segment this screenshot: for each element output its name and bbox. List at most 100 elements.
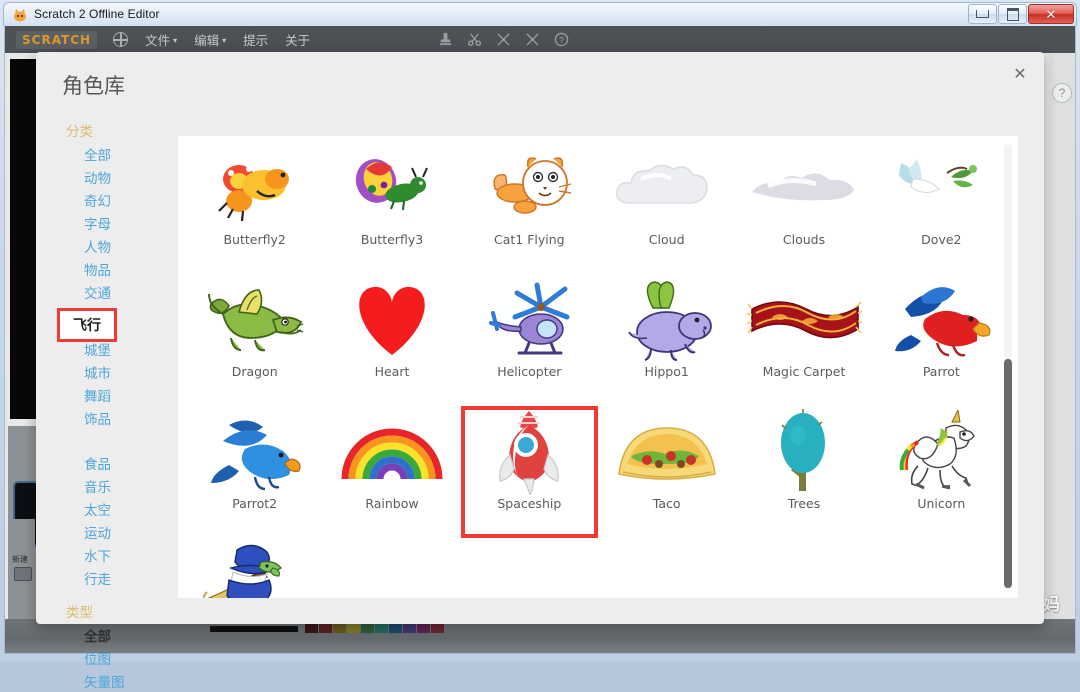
palette-swatch[interactable] [333,624,346,633]
sidebar-item-dressup[interactable]: 饰品 [62,406,158,429]
help-icon[interactable]: ? [554,32,569,47]
palette-swatch[interactable] [375,624,388,633]
new-sprite-label: 新建 [12,555,28,564]
shrink-icon[interactable] [525,32,540,47]
sidebar-item-dance[interactable]: 舞蹈 [62,383,158,406]
new-sprite-icon[interactable] [14,567,32,581]
hippo1-icon [598,274,735,366]
sidebar-item-all[interactable]: 全部 [62,142,158,165]
menu-item-file[interactable]: 文件 ▾ [145,30,177,49]
sprite-label: Trees [787,496,821,511]
close-icon: ✕ [1045,6,1057,22]
sidebar-item-fantasy[interactable]: 奇幻 [62,188,158,211]
sidebar-item-city[interactable]: 城市 [62,360,158,383]
menu-item-about[interactable]: 关于 [285,30,310,49]
sprite-cell-hippo1[interactable]: Hippo1 [598,274,735,406]
sidebar-item-animals[interactable]: 动物 [62,165,158,188]
palette-swatch[interactable] [347,624,360,633]
sprite-cell-witch[interactable]: Witch [186,538,323,598]
sprite-cell-taco[interactable]: Taco [598,406,735,538]
palette-swatch[interactable] [389,624,402,633]
sprite-label: Spaceship [497,496,562,511]
cut-icon[interactable] [467,32,482,47]
sprite-label: Dove2 [921,232,962,247]
sprite-cell-trees[interactable]: Trees [735,406,872,538]
maximize-icon [1006,7,1019,21]
sprite-cell-dove2[interactable]: Dove2 [873,142,1010,274]
sprite-grid: Butterfly2 Butterfly3 Cat1 Flying Cloud … [178,136,1018,598]
minimize-button[interactable] [968,4,997,24]
bottom-toolbar [5,619,1075,653]
sprite-cell-clouds[interactable]: Clouds [735,142,872,274]
sprite-cell-cloud[interactable]: Cloud [598,142,735,274]
sidebar-item-transportation[interactable]: 交通 [62,280,158,303]
sidebar-item-sports[interactable]: 运动 [62,520,158,543]
sidebar-item-type-all[interactable]: 全部 [62,623,158,646]
sidebar-item-things[interactable]: 物品 [62,257,158,280]
close-button[interactable]: ✕ [1028,4,1074,24]
sprite-cell-cat1-flying[interactable]: Cat1 Flying [461,142,598,274]
sidebar-item-people[interactable]: 人物 [62,234,158,257]
sprite-label: Clouds [782,232,826,247]
sprite-cell-magic-carpet[interactable]: Magic Carpet [735,274,872,406]
modal-close-button[interactable]: ✕ [1009,63,1031,85]
palette-swatch[interactable] [305,624,318,633]
sprite-cell-unicorn[interactable]: Unicorn [873,406,1010,538]
sidebar-item-walking[interactable]: 行走 [62,566,158,589]
sidebar-item-letters[interactable]: 字母 [62,211,158,234]
palette-swatch[interactable] [403,624,416,633]
sidebar-item-music[interactable]: 音乐 [62,474,158,497]
sprite-thumbnail-body [13,519,35,547]
sprite-cell-dragon[interactable]: Dragon [186,274,323,406]
dragon-icon [186,274,323,366]
sprite-label: Cloud [648,232,685,247]
sprite-cell-spaceship[interactable]: Spaceship [460,406,598,538]
grid-scrollbar-track[interactable] [1004,144,1012,590]
palette-swatch[interactable] [417,624,430,633]
sprite-cell-helicopter[interactable]: Helicopter [461,274,598,406]
clouds-icon [735,142,872,234]
sidebar-item-food[interactable]: 食品 [62,451,158,474]
help-fab-button[interactable]: ? [1052,83,1072,103]
stamp-icon[interactable] [438,32,453,47]
sprite-cell-parrot[interactable]: Parrot [873,274,1010,406]
sprite-cell-rainbow[interactable]: Rainbow [323,406,460,538]
witch-icon [186,538,323,598]
globe-icon[interactable] [112,31,129,47]
scratch-cat-icon [14,9,26,22]
menu-item-edit[interactable]: 编辑 ▾ [194,30,226,49]
taco-icon [598,406,735,498]
sidebar-item-type-bitmap[interactable]: 位图 [62,646,158,669]
sprite-cell-butterfly3[interactable]: Butterfly3 [323,142,460,274]
grow-icon[interactable] [496,32,511,47]
sprite-cell-parrot2[interactable]: Parrot2 [186,406,323,538]
helicopter-icon [461,274,598,366]
sidebar-item-type-vector[interactable]: 矢量图 [62,669,158,692]
sprite-cell-butterfly2[interactable]: Butterfly2 [186,142,323,274]
sprite-library-modal: 角色库 ✕ 分类 全部 动物 奇幻 字母 人物 物品 交通 主题 城堡 城市 舞… [36,52,1044,691]
paint-slider[interactable] [210,626,298,632]
sprite-label: Magic Carpet [762,364,846,379]
grid-scrollbar-thumb[interactable] [1004,359,1012,588]
maximize-button[interactable] [998,4,1027,24]
sidebar-item-flying[interactable]: 飞行 [57,308,158,451]
palette-swatch[interactable] [319,624,332,633]
sprite-cell-heart[interactable]: Heart [323,274,460,406]
unicorn-icon [873,406,1010,498]
butterfly3-icon [323,142,460,234]
window-title: Scratch 2 Offline Editor [34,7,160,21]
modal-sidebar: 分类 全部 动物 奇幻 字母 人物 物品 交通 主题 城堡 城市 舞蹈 饰品 飞… [57,120,158,691]
palette-swatch[interactable] [431,624,444,633]
svg-text:?: ? [559,35,564,45]
color-palette[interactable] [305,624,444,633]
sprite-label: Parrot [922,364,960,379]
sidebar-group-theme: 主题 城堡 城市 舞蹈 饰品 飞行 食品 音乐 太空 运动 水下 行走 [57,308,158,589]
sidebar-item-underwater[interactable]: 水下 [62,543,158,566]
palette-swatch[interactable] [361,624,374,633]
menu-item-tips[interactable]: 提示 [243,30,268,49]
sprite-label: Taco [652,496,681,511]
sprite-label: Butterfly3 [360,232,424,247]
sidebar-item-flying-highlight[interactable]: 飞行 [57,308,117,342]
scratch-logo[interactable]: SCRATCH [16,30,98,49]
sidebar-item-space[interactable]: 太空 [62,497,158,520]
